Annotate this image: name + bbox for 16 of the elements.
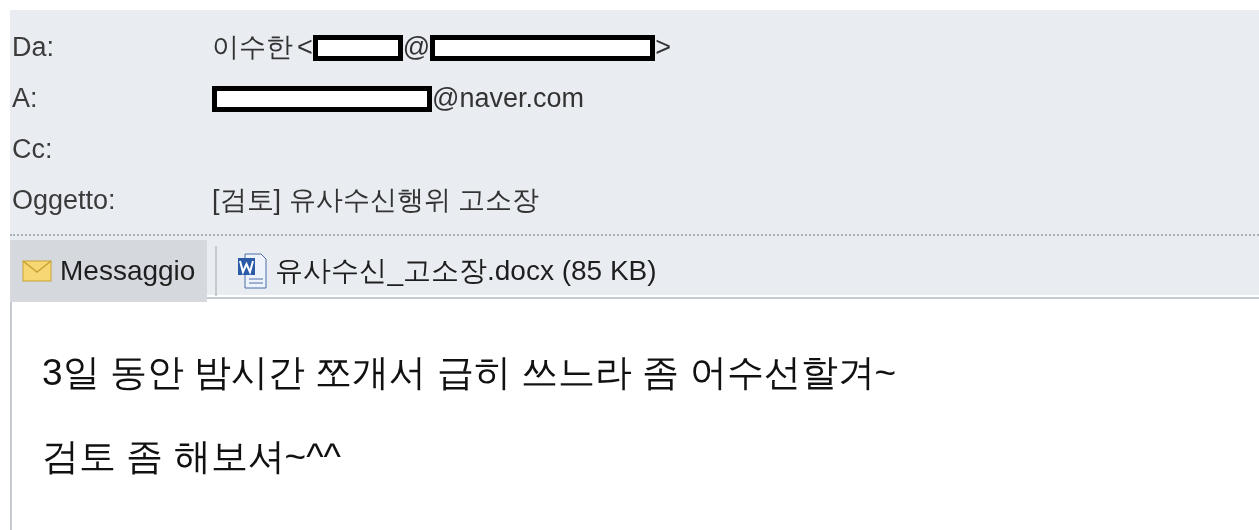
field-label: Da: [11, 31, 56, 65]
at-sign: @ [402, 31, 431, 65]
recipient-domain: @naver.com [432, 82, 584, 116]
field-label: Cc: [11, 133, 54, 167]
envelope-icon [22, 260, 52, 282]
field-label: A: [11, 82, 39, 116]
word-document-icon [237, 252, 268, 290]
subject-text: [검토] 유사수신행위 고소장 [212, 184, 539, 218]
angle-bracket: < [297, 31, 313, 65]
message-tab[interactable]: Messaggio [10, 240, 208, 302]
attachment-tab[interactable]: 유사수신_고소장.docx (85 KB) [225, 240, 669, 302]
sender-name: 이수한 [212, 31, 293, 65]
body-text: 3일 동안 밤시간 쪼개서 급히 쓰느라 좀 어수선할겨~ [42, 351, 898, 395]
angle-bracket: > [655, 31, 671, 65]
body-text: 검토 좀 해보셔~^^ [42, 435, 342, 479]
field-label: Oggetto: [11, 184, 117, 218]
